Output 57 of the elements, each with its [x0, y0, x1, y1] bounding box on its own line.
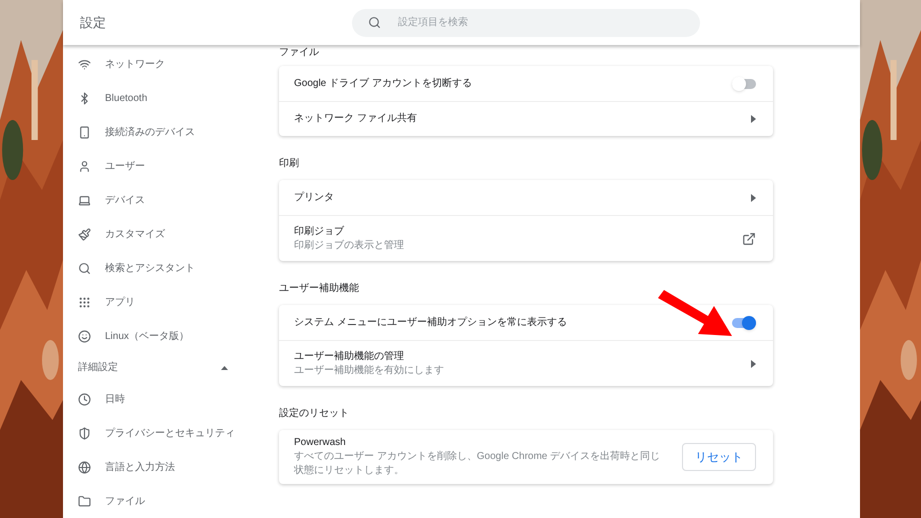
sidebar-item[interactable]: カスタマイズ [63, 217, 279, 252]
sidebar-item[interactable]: Bluetooth [63, 82, 279, 116]
section-title: 印刷 [279, 157, 300, 171]
row-label: ネットワーク ファイル共有 [294, 112, 418, 126]
brush-icon [78, 228, 91, 241]
caret-icon [751, 360, 756, 368]
sidebar-item[interactable]: プライバシーとセキュリティ [63, 416, 279, 450]
face-icon [78, 330, 91, 343]
search-field[interactable]: 設定項目を検索 [352, 8, 700, 36]
row-label: 印刷ジョブ [294, 224, 345, 238]
row-description: すべてのユーザー アカウントを削除し、Google Chrome デバイスを出荷時と同じ状態にリセットします。 [294, 450, 662, 478]
sidebar-item[interactable]: ネットワーク [63, 48, 279, 82]
sidebar-item[interactable]: ファイル [63, 484, 279, 518]
folder-icon [78, 494, 91, 508]
toggle-switch[interactable] [732, 316, 756, 330]
caret-icon [751, 194, 756, 202]
section-title: ファイル [279, 46, 320, 60]
settings-row[interactable]: システム メニューにユーザー補助オプションを常に表示する [279, 305, 773, 340]
person-icon [78, 160, 91, 174]
phone-icon [78, 126, 91, 140]
globe-icon [78, 460, 91, 474]
toggle-switch[interactable] [732, 76, 756, 90]
sidebar-item[interactable]: アプリ [63, 285, 279, 320]
external-link-icon[interactable] [742, 232, 756, 246]
sidebar-item[interactable]: 接続済みのデバイス [63, 116, 279, 150]
sidebar-item[interactable]: 日時 [63, 382, 279, 416]
section-title: ユーザー補助機能 [279, 282, 360, 296]
settings-row[interactable]: 印刷ジョブ 印刷ジョブの表示と管理 [279, 215, 773, 261]
reset-button[interactable]: リセット [682, 443, 756, 471]
search-icon [78, 262, 91, 275]
window-title: 設定 [80, 14, 107, 32]
section-title: 設定のリセット [279, 407, 350, 421]
caret-icon [751, 115, 756, 123]
row-description: 印刷ジョブの表示と管理 [294, 238, 405, 252]
row-description: ユーザー補助機能を有効にします [294, 364, 445, 378]
row-label: システム メニューにユーザー補助オプションを常に表示する [294, 316, 568, 330]
clock-icon [78, 392, 91, 406]
sidebar-item[interactable]: ユーザー [63, 150, 279, 184]
sidebar-item[interactable]: 言語と入力方法 [63, 450, 279, 484]
grid-icon [78, 296, 91, 309]
sidebar-item[interactable]: Linux（ベータ版） [63, 319, 279, 354]
settings-row[interactable]: プリンタ [279, 180, 773, 215]
settings-row[interactable]: ユーザー補助機能の管理 ユーザー補助機能を有効にします [279, 340, 773, 386]
sidebar-item[interactable]: 検索とアシスタント [63, 251, 279, 286]
sidebar-item[interactable]: デバイス [63, 184, 279, 218]
row-label: ユーザー補助機能の管理 [294, 350, 405, 364]
advanced-header[interactable]: 詳細設定 [63, 353, 279, 382]
settings-row[interactable]: Powerwash すべてのユーザー アカウントを削除し、Google Chrome デバイスを出荷時と同じ状態にリセットします。 リセット [279, 430, 773, 484]
shield-icon [78, 426, 91, 440]
laptop-icon [78, 194, 91, 207]
row-label: プリンタ [294, 190, 335, 204]
search-icon [368, 16, 381, 28]
row-label: Google ドライブ アカウントを切断する [294, 76, 473, 90]
settings-row[interactable]: Google ドライブ アカウントを切断する [279, 66, 773, 101]
settings-row[interactable]: ネットワーク ファイル共有 [279, 101, 773, 136]
bluetooth-icon [78, 92, 91, 106]
row-label: Powerwash [294, 436, 347, 450]
